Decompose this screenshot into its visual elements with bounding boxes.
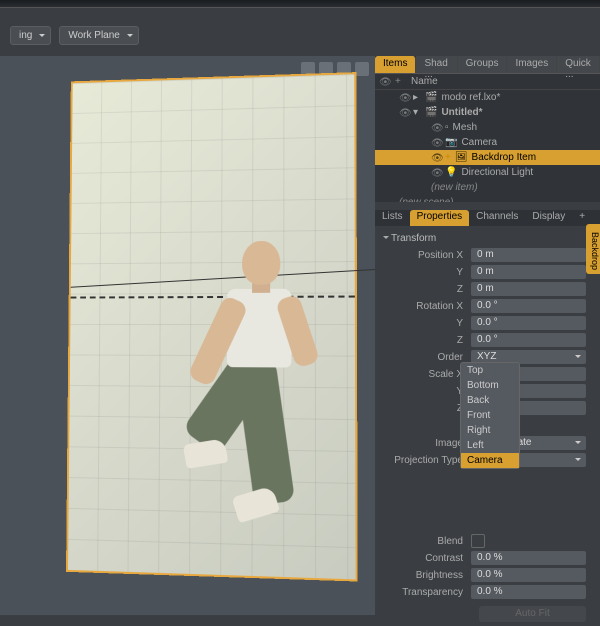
tree-item-scene-ref[interactable]: 👁▸🎬modo ref.lxo* — [375, 90, 600, 105]
visibility-column-icon: 👁 — [379, 77, 389, 87]
label-roty: Y — [383, 318, 471, 329]
label-order: Order — [383, 352, 471, 363]
label-scaley: Y — [383, 386, 471, 397]
label-scalez: Z — [383, 403, 471, 414]
tree-item-light[interactable]: 👁💡Directional Light — [375, 165, 600, 180]
right-panel: Items Shad ... Groups Images Quick ... 👁… — [375, 56, 600, 615]
tab-quick[interactable]: Quick ... — [557, 56, 600, 73]
label-contrast: Contrast — [383, 553, 471, 564]
popup-camera[interactable]: Camera — [461, 453, 519, 468]
label-rotz: Z — [383, 335, 471, 346]
tab-lists[interactable]: Lists — [375, 210, 410, 226]
tab-items[interactable]: Items — [375, 56, 416, 73]
input-transparency[interactable]: 0.0 % — [471, 585, 586, 599]
item-tree[interactable]: 👁 + Name 👁▸🎬modo ref.lxo* 👁▾🎬Untitled* 👁… — [375, 74, 600, 202]
tree-item-new-scene[interactable]: (new scene) — [375, 195, 600, 202]
maximize-icon[interactable] — [355, 62, 369, 76]
input-rotz[interactable]: 0.0 ° — [471, 333, 586, 347]
property-tabs: Lists Properties Channels Display + — [375, 210, 600, 226]
tab-display[interactable]: Display — [525, 210, 572, 226]
popup-left[interactable]: Left — [461, 438, 519, 453]
group-transform[interactable]: Transform — [383, 230, 596, 247]
checkbox-blend[interactable] — [471, 534, 485, 548]
input-roty[interactable]: 0.0 ° — [471, 316, 586, 330]
label-blend: Blend — [383, 536, 471, 547]
vtab-backdrop[interactable]: Backdrop — [586, 224, 600, 274]
window-chrome — [0, 0, 600, 8]
label-image: Image — [383, 438, 471, 449]
viewport-3d[interactable] — [0, 56, 375, 615]
tree-item-camera[interactable]: 👁📷Camera — [375, 135, 600, 150]
projection-popup[interactable]: Top Bottom Back Front Right Left Camera — [460, 362, 520, 469]
toolbar: ing Work Plane — [0, 24, 600, 46]
input-contrast[interactable]: 0.0 % — [471, 551, 586, 565]
label-posy: Y — [383, 267, 471, 278]
popup-top[interactable]: Top — [461, 363, 519, 378]
backdrop-image-figure — [166, 240, 338, 526]
popup-bottom[interactable]: Bottom — [461, 378, 519, 393]
label-scalex: Scale X — [383, 369, 471, 380]
name-column: Name — [411, 76, 438, 87]
input-brightness[interactable]: 0.0 % — [471, 568, 586, 582]
add-item-icon[interactable]: + — [395, 76, 405, 87]
tree-item-new[interactable]: (new item) — [375, 180, 600, 195]
snapping-dropdown[interactable]: ing — [10, 26, 51, 45]
popup-front[interactable]: Front — [461, 408, 519, 423]
autofit-button: Auto Fit — [479, 606, 586, 622]
label-posz: Z — [383, 284, 471, 295]
tab-shad[interactable]: Shad ... — [416, 56, 457, 73]
workplane-dropdown[interactable]: Work Plane — [59, 26, 139, 45]
tab-properties[interactable]: Properties — [410, 210, 470, 226]
input-posy[interactable]: 0 m — [471, 265, 586, 279]
tab-groups[interactable]: Groups — [458, 56, 508, 73]
input-rotx[interactable]: 0.0 ° — [471, 299, 586, 313]
tree-item-mesh[interactable]: 👁▫Mesh — [375, 120, 600, 135]
backdrop-plane[interactable] — [66, 72, 358, 581]
tab-images[interactable]: Images — [507, 56, 557, 73]
input-posz[interactable]: 0 m — [471, 282, 586, 296]
popup-right[interactable]: Right — [461, 423, 519, 438]
input-posx[interactable]: 0 m — [471, 248, 586, 262]
tree-item-backdrop[interactable]: 👁+🖼Backdrop Item — [375, 150, 600, 165]
label-transparency: Transparency — [383, 587, 471, 598]
label-projection: Projection Type — [383, 455, 471, 466]
panel-tabs: Items Shad ... Groups Images Quick ... — [375, 56, 600, 74]
label-brightness: Brightness — [383, 570, 471, 581]
label-rotx: Rotation X — [383, 301, 471, 312]
tree-item-scene-untitled[interactable]: 👁▾🎬Untitled* — [375, 105, 600, 120]
popup-back[interactable]: Back — [461, 393, 519, 408]
label-posx: Position X — [383, 250, 471, 261]
tab-channels[interactable]: Channels — [469, 210, 525, 226]
